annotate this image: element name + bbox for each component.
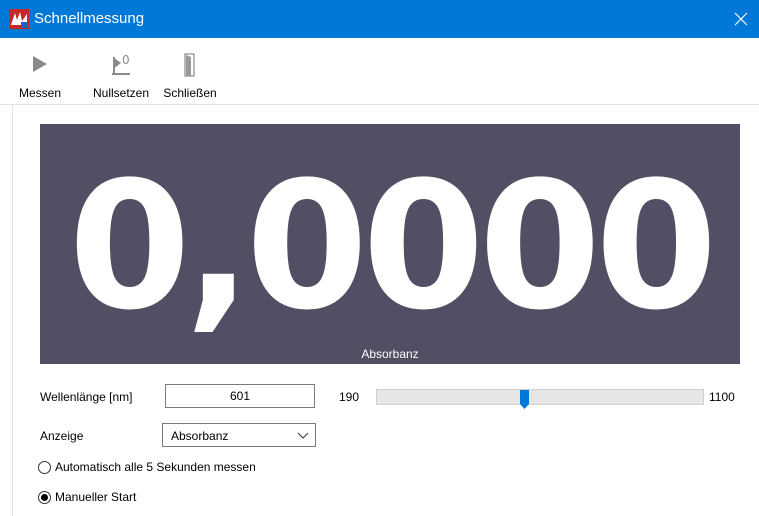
wavelength-max-label: 1100 xyxy=(709,390,735,404)
left-divider xyxy=(12,104,13,516)
display-mode-value: Absorbanz xyxy=(171,429,229,443)
measure-label: Messen xyxy=(18,86,62,100)
close-icon xyxy=(734,12,748,26)
close-button[interactable] xyxy=(723,0,759,38)
auto-measure-radio[interactable]: Automatisch alle 5 Sekunden messen xyxy=(38,457,256,477)
title-bar: Schnellmessung xyxy=(0,0,759,38)
display-mode-label: Anzeige xyxy=(40,429,84,443)
measure-button[interactable]: Messen xyxy=(8,38,72,104)
manual-start-radio-circle[interactable] xyxy=(38,490,51,504)
manual-start-radio[interactable]: Manueller Start xyxy=(38,487,136,507)
auto-measure-radio-circle[interactable] xyxy=(38,460,51,474)
zero-label: Nullsetzen xyxy=(92,86,150,100)
manual-start-label: Manueller Start xyxy=(55,490,137,504)
toolbar: Messen 0 Nullsetzen Schließen xyxy=(0,38,759,105)
door-icon xyxy=(184,53,195,77)
svg-text:0: 0 xyxy=(122,53,130,67)
uv-spectrometer-icon xyxy=(9,9,29,29)
measurement-display: 0,0000 Absorbanz xyxy=(40,124,740,364)
chevron-down-icon xyxy=(297,432,309,439)
wavelength-slider[interactable] xyxy=(376,389,704,409)
wavelength-input[interactable]: 601 xyxy=(165,384,315,408)
zero-icon: 0 xyxy=(112,53,130,75)
wavelength-min-label: 190 xyxy=(339,390,360,404)
measurement-unit-label: Absorbanz xyxy=(361,347,419,361)
slider-thumb[interactable] xyxy=(520,390,530,410)
wavelength-label: Wellenlänge [nm] xyxy=(40,390,133,404)
play-icon xyxy=(33,56,47,72)
display-mode-select[interactable]: Absorbanz xyxy=(162,423,316,447)
measurement-value: 0,0000 xyxy=(68,144,717,349)
auto-measure-label: Automatisch alle 5 Sekunden messen xyxy=(55,460,256,474)
close-label: Schließen xyxy=(163,86,217,100)
zero-button[interactable]: 0 Nullsetzen xyxy=(86,38,156,104)
window-title: Schnellmessung xyxy=(34,10,145,27)
close-dialog-button[interactable]: Schließen xyxy=(158,38,222,104)
